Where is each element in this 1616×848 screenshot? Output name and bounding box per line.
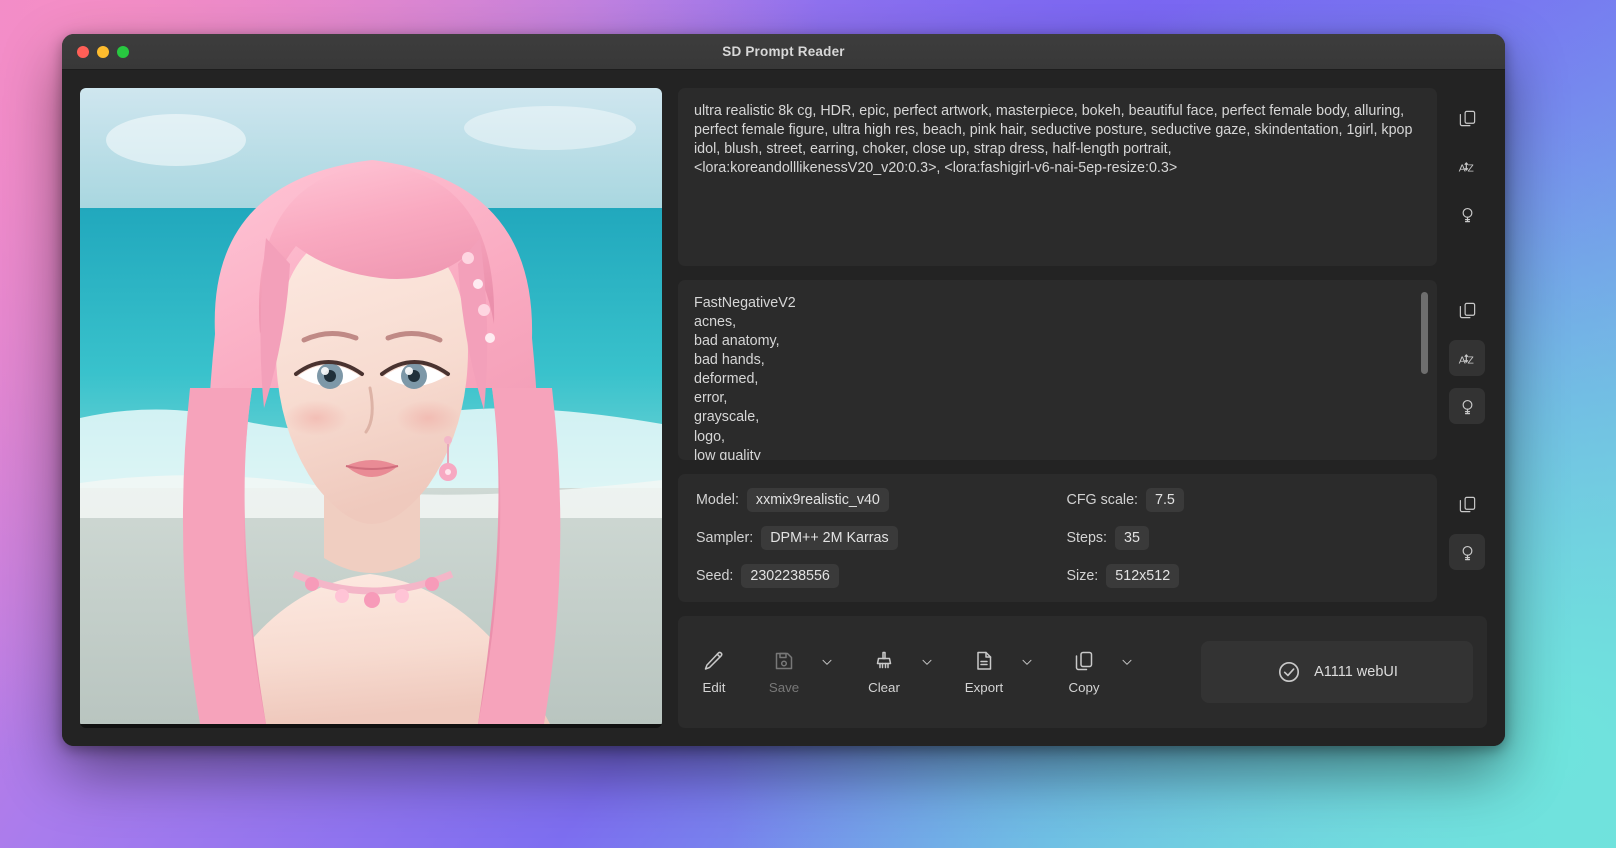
clear-dropdown-button[interactable] xyxy=(912,654,942,670)
param-seed: Seed: 2302238556 xyxy=(696,558,1067,594)
clear-label: Clear xyxy=(868,680,900,695)
svg-text:Z: Z xyxy=(1467,163,1473,174)
toolbar-row: Edit Save Clear Export Copy A1111 webUI xyxy=(678,616,1487,728)
chevron-down-icon xyxy=(822,659,832,665)
copy-icon[interactable] xyxy=(1449,100,1485,136)
chevron-down-icon xyxy=(1122,659,1132,665)
param-cfg-scale-label: CFG scale: xyxy=(1066,492,1139,508)
export-group: Export xyxy=(956,643,1042,701)
parameters-panel: Model: xxmix9realistic_v40 CFG scale: 7.… xyxy=(678,474,1437,602)
param-size-value[interactable]: 512x512 xyxy=(1106,564,1180,588)
copy-dropdown-button[interactable] xyxy=(1112,654,1142,670)
svg-text:Z: Z xyxy=(1467,355,1473,366)
edit-label: Edit xyxy=(702,680,726,695)
floppy-icon xyxy=(775,652,793,670)
chevron-down-icon xyxy=(922,659,932,665)
document-icon xyxy=(977,651,992,670)
export-label: Export xyxy=(964,680,1004,695)
parameters-row: Model: xxmix9realistic_v40 CFG scale: 7.… xyxy=(678,474,1487,602)
save-dropdown-button[interactable] xyxy=(812,654,842,670)
app-window: SD Prompt Reader ultra realistic 8k cg, … xyxy=(62,34,1505,746)
param-sampler: Sampler: DPM++ 2M Karras xyxy=(696,520,1067,556)
parameters-grid: Model: xxmix9realistic_v40 CFG scale: 7.… xyxy=(678,474,1437,602)
copy-icon xyxy=(1075,651,1093,671)
negative-prompt-text[interactable]: FastNegativeV2 acnes, bad anatomy, bad h… xyxy=(678,280,1437,460)
edit-group: Edit xyxy=(686,643,742,701)
param-cfg-scale: CFG scale: 7.5 xyxy=(1067,482,1438,518)
parameters-actions xyxy=(1447,474,1487,602)
param-model-label: Model: xyxy=(696,492,739,508)
param-sampler-value[interactable]: DPM++ 2M Karras xyxy=(761,526,898,550)
zoom-window-button[interactable] xyxy=(117,45,129,58)
param-sampler-label: Sampler: xyxy=(696,530,754,546)
negative-prompt-panel[interactable]: FastNegativeV2 acnes, bad anatomy, bad h… xyxy=(678,280,1437,460)
negative-prompt-actions: A Z xyxy=(1447,280,1487,460)
format-status-label: A1111 webUI xyxy=(1314,664,1398,680)
param-size-label: Size: xyxy=(1066,568,1099,584)
content-column: ultra realistic 8k cg, HDR, epic, perfec… xyxy=(678,88,1487,728)
close-window-button[interactable] xyxy=(77,45,89,58)
export-button[interactable]: Export xyxy=(956,643,1012,701)
positive-prompt-panel[interactable]: ultra realistic 8k cg, HDR, epic, perfec… xyxy=(678,88,1437,266)
param-seed-value[interactable]: 2302238556 xyxy=(741,564,839,588)
clear-group: Clear xyxy=(856,643,942,701)
minimize-window-button[interactable] xyxy=(97,45,109,58)
title-bar: SD Prompt Reader xyxy=(62,34,1505,70)
image-preview[interactable] xyxy=(80,88,662,728)
window-body: ultra realistic 8k cg, HDR, epic, perfec… xyxy=(62,70,1505,746)
chevron-down-icon xyxy=(1022,659,1032,665)
export-dropdown-button[interactable] xyxy=(1012,654,1042,670)
copy-button[interactable]: Copy xyxy=(1056,643,1112,701)
edit-button[interactable]: Edit xyxy=(686,643,742,701)
bulb-icon[interactable] xyxy=(1449,196,1485,232)
param-model-value[interactable]: xxmix9realistic_v40 xyxy=(746,488,889,512)
check-circle-icon xyxy=(1279,661,1300,683)
clear-button[interactable]: Clear xyxy=(856,643,912,701)
traffic-lights xyxy=(62,45,129,58)
copy-icon[interactable] xyxy=(1449,292,1485,328)
window-title: SD Prompt Reader xyxy=(722,44,845,59)
save-group: Save xyxy=(756,643,842,701)
copy-group: Copy xyxy=(1056,643,1142,701)
bottom-toolbar: Edit Save Clear Export Copy A1111 webUI xyxy=(678,616,1487,728)
brush-icon xyxy=(876,651,892,669)
negative-prompt-scrollbar[interactable] xyxy=(1421,292,1428,374)
positive-prompt-row: ultra realistic 8k cg, HDR, epic, perfec… xyxy=(678,88,1487,266)
sort-az-icon[interactable]: A Z xyxy=(1449,340,1485,376)
format-status-button[interactable]: A1111 webUI xyxy=(1201,641,1473,703)
copy-label: Copy xyxy=(1068,680,1100,695)
param-cfg-scale-value[interactable]: 7.5 xyxy=(1146,488,1184,512)
preview-image xyxy=(80,88,662,724)
param-steps: Steps: 35 xyxy=(1067,520,1438,556)
sort-az-icon[interactable]: A Z xyxy=(1449,148,1485,184)
positive-prompt-actions: A Z xyxy=(1447,88,1487,266)
positive-prompt-text[interactable]: ultra realistic 8k cg, HDR, epic, perfec… xyxy=(678,88,1437,266)
copy-icon[interactable] xyxy=(1449,486,1485,522)
pencil-icon xyxy=(704,651,723,670)
param-seed-label: Seed: xyxy=(696,568,734,584)
bulb-icon[interactable] xyxy=(1449,534,1485,570)
negative-prompt-row: FastNegativeV2 acnes, bad anatomy, bad h… xyxy=(678,280,1487,460)
param-steps-label: Steps: xyxy=(1066,530,1108,546)
param-steps-value[interactable]: 35 xyxy=(1115,526,1149,550)
save-button[interactable]: Save xyxy=(756,643,812,701)
param-model: Model: xxmix9realistic_v40 xyxy=(696,482,1067,518)
param-size: Size: 512x512 xyxy=(1067,558,1438,594)
bulb-icon[interactable] xyxy=(1449,388,1485,424)
save-label: Save xyxy=(768,680,800,695)
